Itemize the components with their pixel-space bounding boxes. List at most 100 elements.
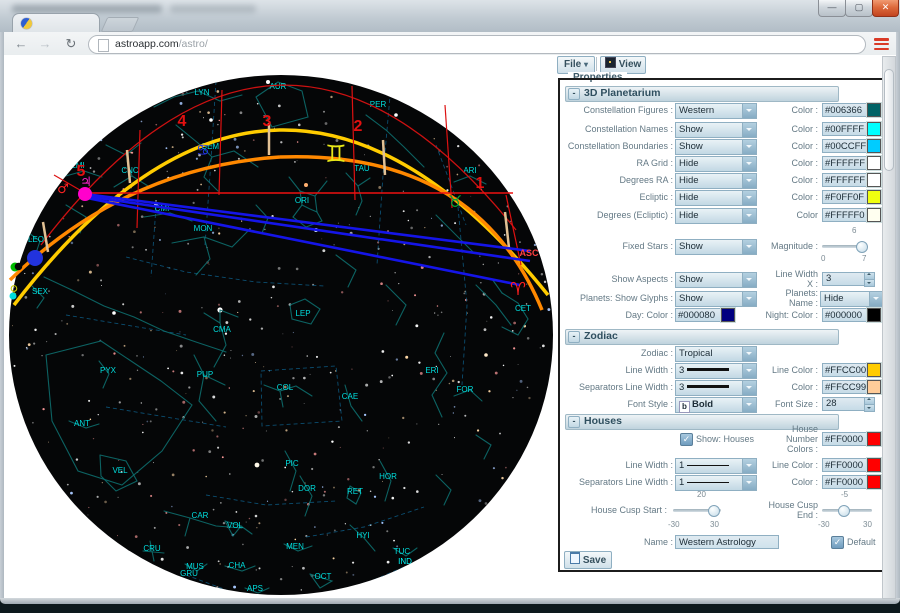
select-value: Tropical	[679, 347, 712, 360]
field-label: Zodiac :	[560, 346, 673, 360]
constellation-label: FOR	[457, 385, 474, 394]
color-swatch[interactable]	[867, 190, 881, 204]
zodiac-separators-color-input[interactable]	[822, 380, 870, 394]
stepper-down-icon[interactable]	[864, 279, 875, 287]
field-label: RA Grid :	[560, 156, 673, 170]
section-header-3d-planetarium[interactable]: - 3D Planetarium	[565, 86, 839, 102]
blurred-window-title	[170, 5, 256, 13]
collapse-icon[interactable]: -	[568, 88, 580, 100]
show-houses-checkbox[interactable]	[680, 433, 693, 446]
field-label: Ecliptic :	[560, 190, 673, 204]
field-label: Degrees (Ecliptic) :	[560, 208, 673, 222]
zodiac-separators-color-swatch[interactable]	[867, 380, 881, 394]
night-color-swatch[interactable]	[867, 308, 881, 322]
font-size-stepper[interactable]: 28	[822, 397, 867, 411]
zodiac-line-color-swatch[interactable]	[867, 363, 881, 377]
constellation-label: PIC	[285, 459, 299, 468]
houses-separators-color-swatch[interactable]	[867, 475, 881, 489]
stepper-arrows[interactable]	[864, 397, 873, 411]
constellation-label: CRU	[143, 544, 161, 553]
select-value: 3	[679, 382, 684, 393]
constellation-label: MON	[194, 224, 213, 233]
section-header-zodiac[interactable]: - Zodiac	[565, 329, 839, 345]
chevron-down-icon	[869, 292, 883, 306]
forward-icon[interactable]: →	[36, 34, 54, 53]
planets-name-label: Planets: Name :	[700, 288, 818, 308]
cusp-start-value: 20	[697, 490, 706, 499]
row-zodiac-type: Zodiac : Tropical	[560, 346, 882, 360]
new-tab-button[interactable]	[101, 17, 140, 32]
toolbar-separator	[596, 57, 597, 71]
collapse-icon[interactable]: -	[568, 416, 580, 428]
stepper-down-icon[interactable]	[864, 404, 875, 412]
row-ecliptic: Ecliptic : Hide Color :	[560, 190, 882, 204]
minimize-button[interactable]: —	[818, 0, 846, 17]
constellation-label: CAE	[342, 392, 358, 401]
collapse-icon[interactable]: -	[568, 331, 580, 343]
save-button[interactable]: Save	[564, 551, 612, 569]
field-label: Degrees RA :	[560, 173, 673, 187]
zodiac-glyph: ♂	[57, 182, 69, 197]
slider-thumb[interactable]	[856, 241, 868, 253]
houses-line-color-swatch[interactable]	[867, 458, 881, 472]
back-icon[interactable]: ←	[12, 34, 30, 53]
url-text[interactable]: astroapp.com/astro/	[115, 36, 208, 53]
color-swatch[interactable]	[867, 156, 881, 170]
cusp-end-value: -5	[841, 490, 848, 499]
planetarium-sky-map[interactable]: LYNAURPERGEMCNCLMICMIMONORITAUARICETSEXL…	[6, 55, 560, 598]
ecliptic-color-input[interactable]	[822, 190, 870, 204]
house-cusp-end-slider[interactable]	[822, 503, 872, 517]
color-swatch[interactable]	[867, 139, 881, 153]
address-bar[interactable]: astroapp.com/astro/	[88, 35, 866, 54]
page-scrollbar[interactable]	[882, 56, 896, 599]
degrees-ra-color-input[interactable]	[822, 173, 870, 187]
zodiac-line-color-input[interactable]	[822, 363, 870, 377]
color-swatch[interactable]	[867, 103, 881, 117]
constellation-label: IND	[398, 557, 412, 566]
ra-grid-color-input[interactable]	[822, 156, 870, 170]
save-button-label: Save	[583, 555, 606, 566]
browser-menu-icon[interactable]	[874, 38, 889, 52]
color-swatch[interactable]	[867, 122, 881, 136]
row-planets-glyphs: Planets: Show Glyphs : Show Planets: Nam…	[560, 291, 882, 305]
row-day-night-color: Day: Color : Night: Color :	[560, 308, 882, 322]
line-width-x-stepper[interactable]: 3	[822, 272, 867, 286]
constellation-label: LEO	[28, 235, 44, 244]
houses-line-color-input[interactable]	[822, 458, 870, 472]
constellation-boundaries-color-input[interactable]	[822, 139, 870, 153]
constellation-names-color-input[interactable]	[822, 122, 870, 136]
color-swatch[interactable]	[867, 208, 881, 222]
name-label: Name :	[560, 535, 673, 549]
constellation-label: ANT	[74, 419, 90, 428]
zodiac-type-select[interactable]: Tropical	[675, 346, 757, 362]
window-frame-bottom	[0, 598, 900, 604]
browser-tab[interactable]	[12, 13, 100, 33]
house-number: 3	[263, 113, 272, 130]
planets-name-select[interactable]: Hide	[820, 291, 884, 307]
select-value: 1	[679, 477, 684, 488]
field-label: Constellation Boundaries :	[560, 139, 673, 153]
maximize-button[interactable]: ▢	[845, 0, 873, 17]
name-input[interactable]	[675, 535, 779, 549]
zodiac-glyph: ♊	[325, 140, 347, 168]
section-title: Houses	[584, 415, 622, 428]
houses-separators-color-input[interactable]	[822, 475, 870, 489]
scrollbar-thumb[interactable]	[884, 69, 894, 171]
color-swatch[interactable]	[867, 173, 881, 187]
default-checkbox[interactable]	[831, 536, 844, 549]
degrees-ecliptic-color-input[interactable]	[822, 208, 870, 222]
magnitude-slider[interactable]	[822, 239, 867, 253]
color-label: Color :	[700, 156, 818, 170]
reload-icon[interactable]: ↻	[62, 34, 80, 53]
field-label: Separators Line Width :	[560, 475, 673, 489]
url-domain: astroapp.com	[115, 38, 179, 50]
constellation-label: MEN	[286, 542, 304, 551]
constellation-figures-color-input[interactable]	[822, 103, 870, 117]
slider-thumb[interactable]	[838, 505, 850, 517]
desktop: { "browser": { "url": {"domain": "astroa…	[0, 0, 900, 613]
close-button[interactable]: ✕	[872, 0, 899, 17]
house-number-colors-swatch[interactable]	[867, 432, 881, 446]
stepper-arrows[interactable]	[864, 272, 873, 286]
night-color-input[interactable]	[822, 308, 870, 322]
house-number-colors-input[interactable]	[822, 432, 870, 446]
